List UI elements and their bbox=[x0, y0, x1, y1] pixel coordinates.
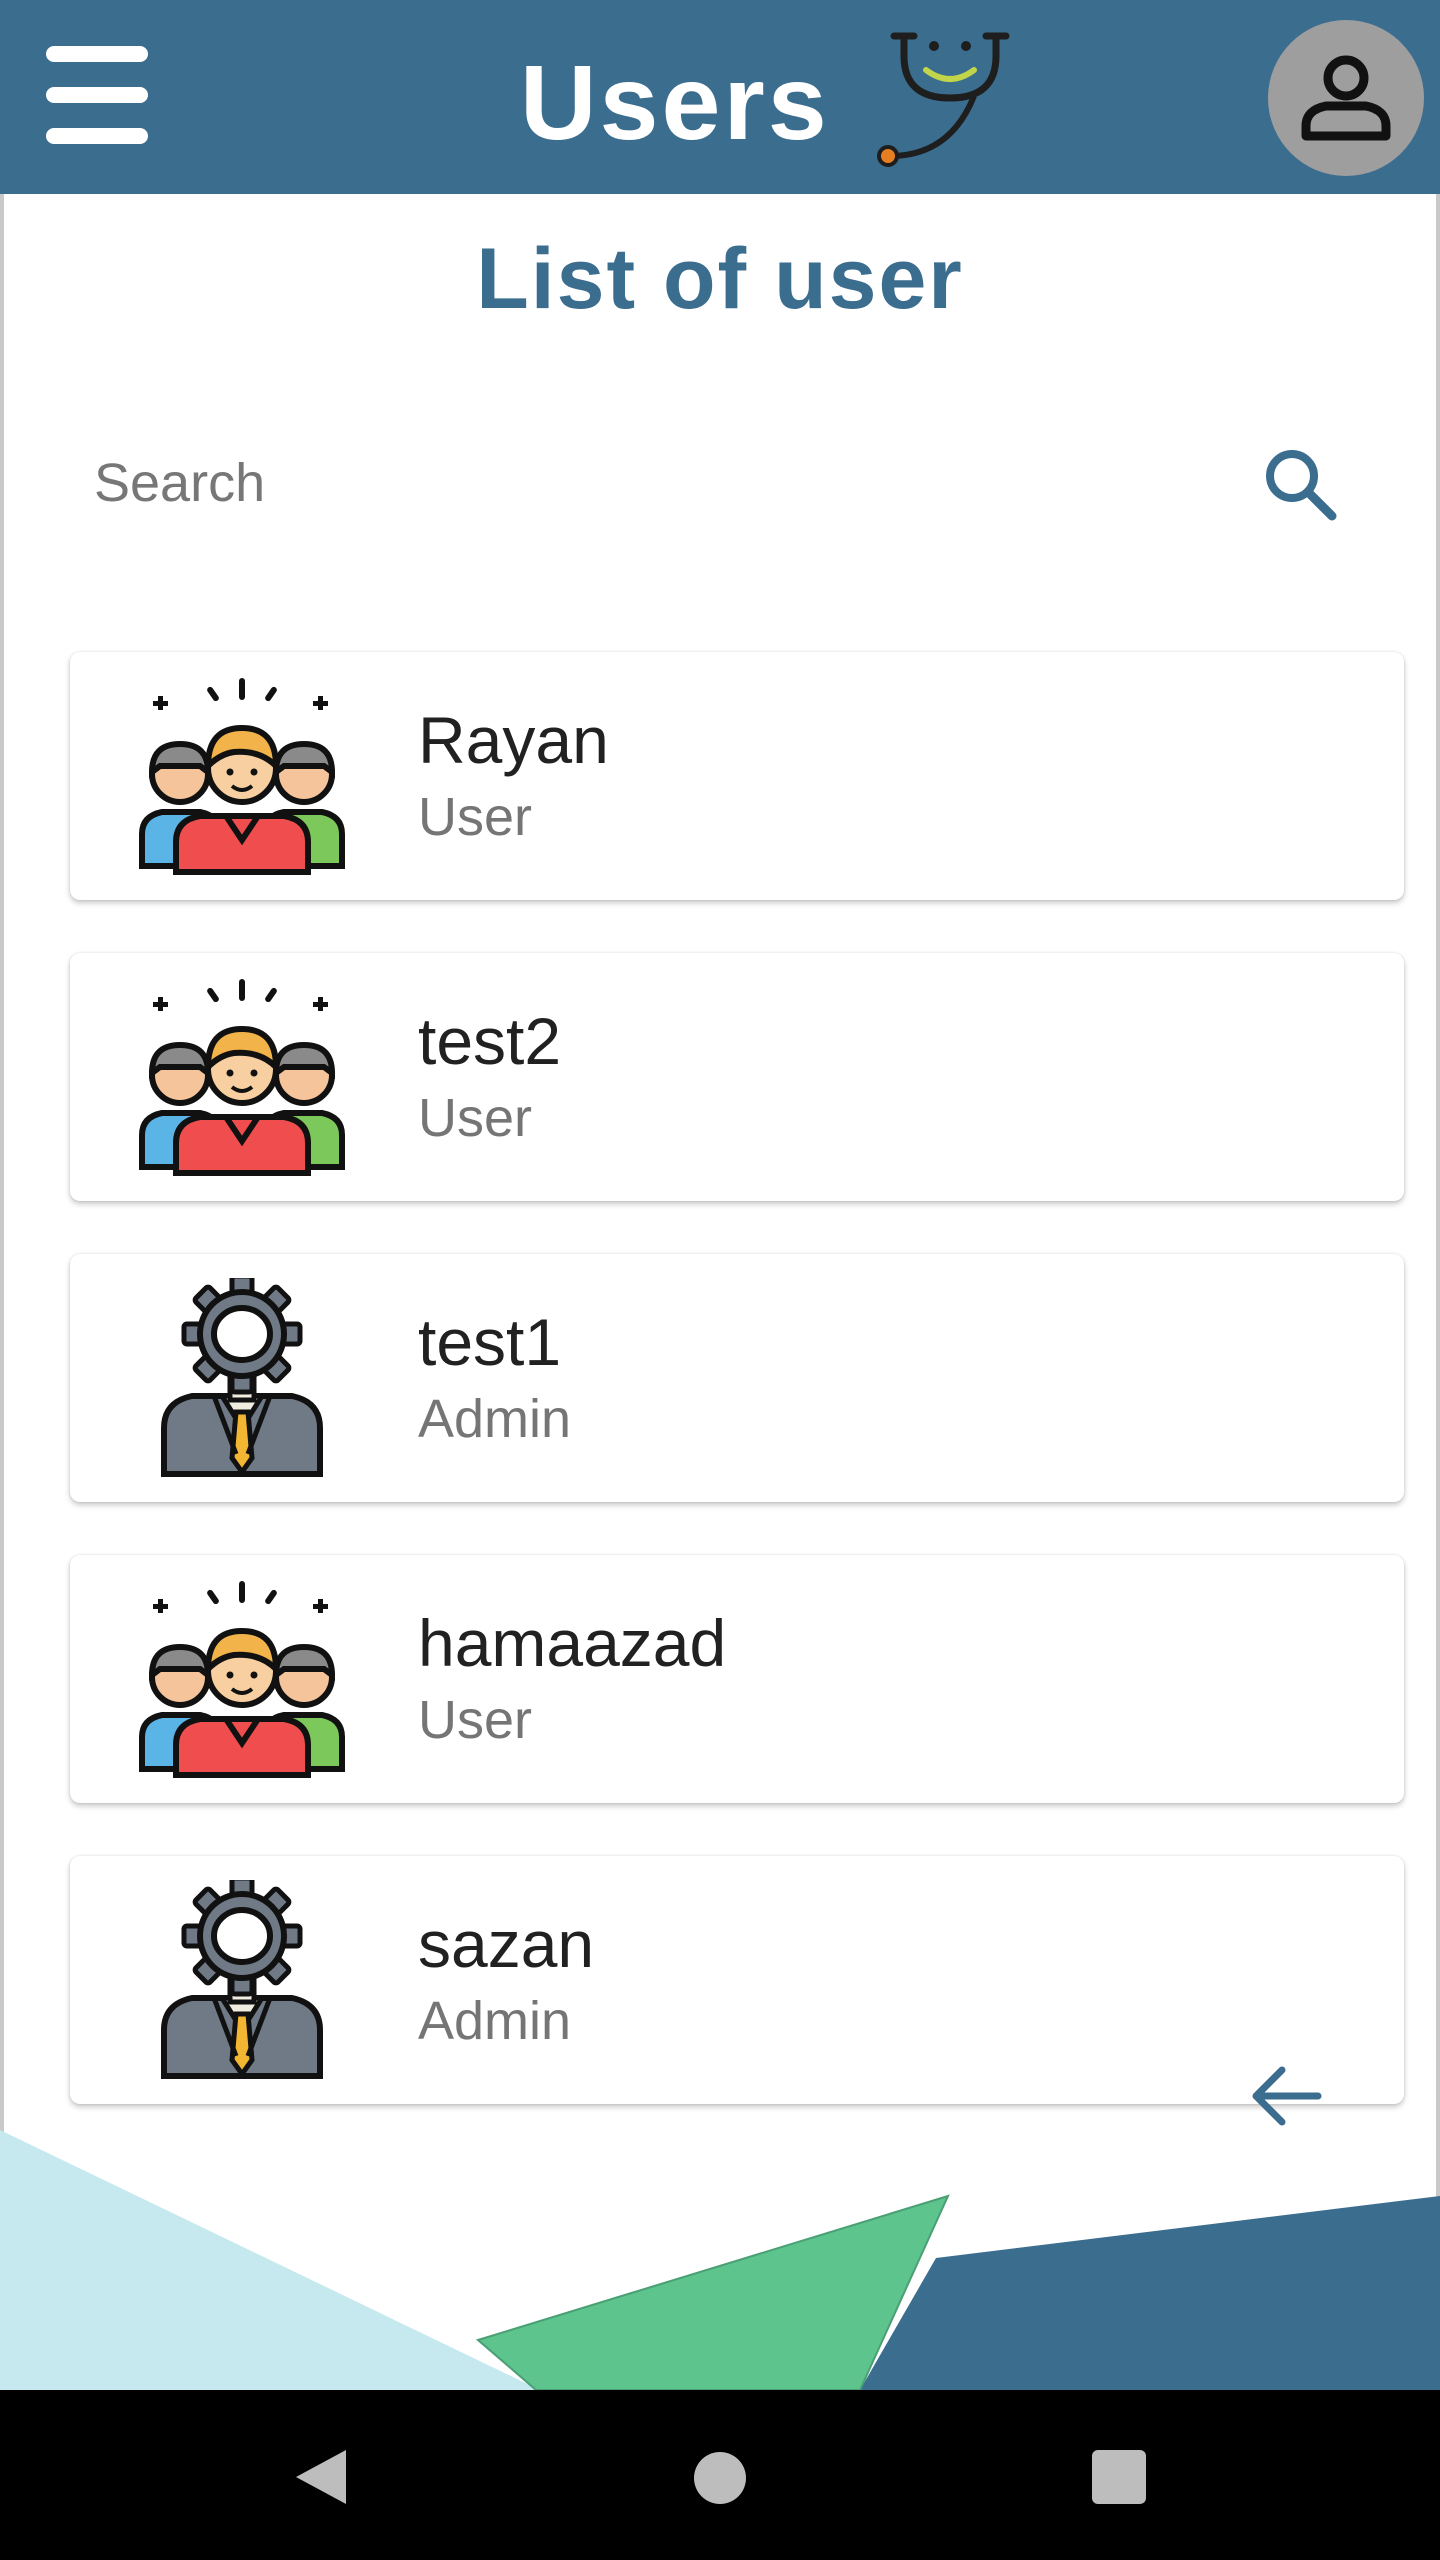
frame-border-right bbox=[1436, 194, 1440, 2386]
person-icon bbox=[1301, 55, 1391, 141]
user-role: User bbox=[418, 787, 533, 847]
user-card[interactable]: Rayan User bbox=[70, 652, 1404, 900]
decorative-footer-shapes bbox=[0, 2130, 1440, 2390]
team-group-icon bbox=[122, 1579, 362, 1779]
nav-recents-icon[interactable] bbox=[1092, 2450, 1146, 2504]
user-name: test1 bbox=[418, 1305, 562, 1379]
user-card[interactable]: sazan Admin bbox=[70, 1856, 1404, 2104]
hamburger-menu-icon[interactable] bbox=[42, 42, 152, 152]
profile-button[interactable] bbox=[1268, 20, 1424, 176]
app-title: Users bbox=[520, 44, 830, 162]
arrow-left-icon[interactable] bbox=[1244, 2054, 1328, 2138]
user-role: User bbox=[418, 1690, 533, 1750]
stethoscope-smile-icon bbox=[877, 32, 1010, 167]
frame-border-left bbox=[0, 194, 4, 2386]
user-role: Admin bbox=[418, 1991, 572, 2051]
user-card[interactable]: test1 Admin bbox=[70, 1254, 1404, 1502]
nav-home-icon[interactable] bbox=[694, 2452, 746, 2504]
admin-gear-person-icon bbox=[122, 1278, 362, 1478]
user-role: Admin bbox=[418, 1389, 572, 1449]
user-card[interactable]: hamaazad User bbox=[70, 1555, 1404, 1803]
team-group-icon bbox=[122, 977, 362, 1177]
page-title: List of user bbox=[476, 231, 964, 327]
user-name: Rayan bbox=[418, 703, 609, 777]
app-bar: Users bbox=[0, 0, 1440, 194]
user-name: test2 bbox=[418, 1004, 562, 1078]
nav-back-icon[interactable] bbox=[290, 2446, 350, 2508]
user-name: hamaazad bbox=[418, 1606, 727, 1680]
team-group-icon bbox=[122, 676, 362, 876]
search-input[interactable] bbox=[80, 440, 1228, 526]
admin-gear-person-icon bbox=[122, 1880, 362, 2080]
user-card[interactable]: test2 User bbox=[70, 953, 1404, 1201]
search-icon[interactable] bbox=[1256, 440, 1346, 530]
user-name: sazan bbox=[418, 1907, 595, 1981]
user-role: User bbox=[418, 1088, 533, 1148]
